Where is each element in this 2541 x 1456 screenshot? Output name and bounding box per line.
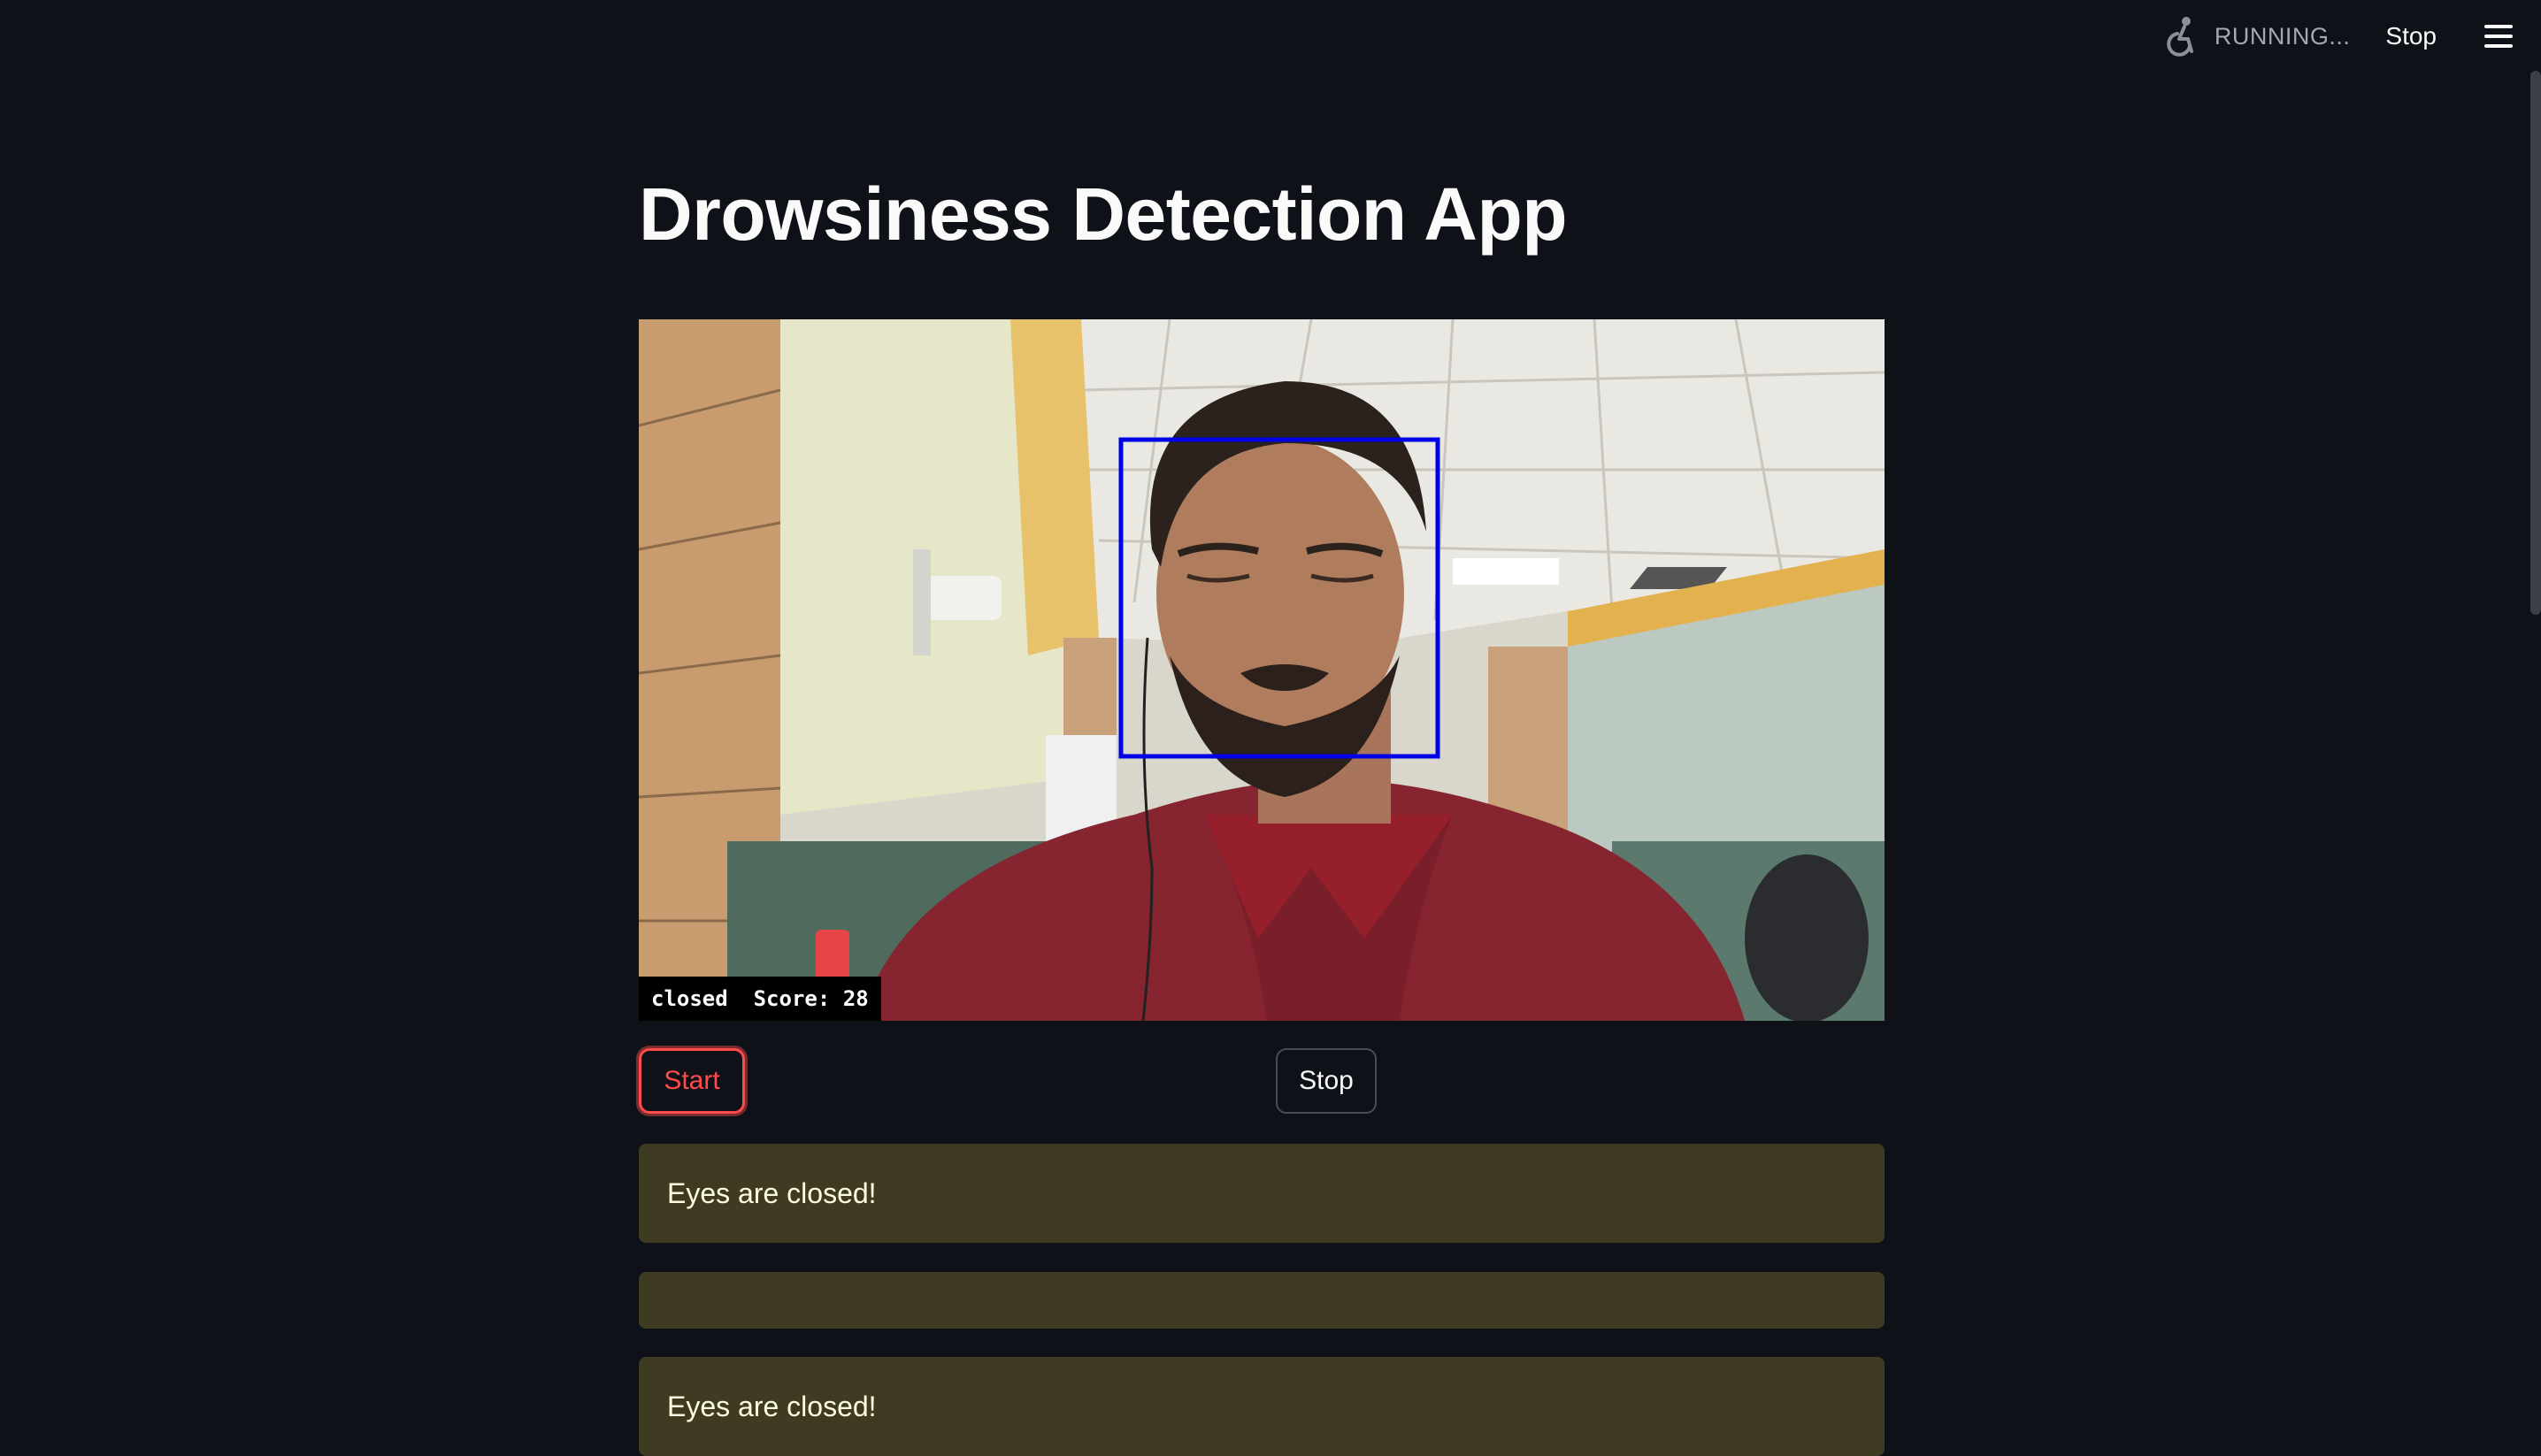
webcam-video-feed: closed Score: 28 — [639, 319, 1885, 1021]
page-title: Drowsiness Detection App — [639, 172, 1568, 256]
running-person-icon — [2167, 17, 2193, 57]
running-status-text: RUNNING... — [2214, 22, 2351, 50]
app-header: RUNNING... Stop — [0, 0, 2541, 71]
control-buttons: Start Stop — [639, 1048, 1885, 1117]
scrollbar-thumb[interactable] — [2530, 71, 2541, 615]
hamburger-menu-icon[interactable] — [2484, 25, 2513, 48]
stop-button[interactable]: Stop — [1276, 1048, 1377, 1114]
eye-status-score-overlay: closed Score: 28 — [639, 977, 881, 1021]
warning-alert: Eyes are closed! — [639, 1144, 1885, 1243]
main-content: Drowsiness Detection App closed Score: 2… — [639, 172, 1885, 1456]
status-area: RUNNING... Stop — [2163, 16, 2541, 57]
warning-alert — [639, 1272, 1885, 1329]
warning-alert: Eyes are closed! — [639, 1357, 1885, 1456]
header-stop-button[interactable]: Stop — [2385, 22, 2437, 50]
start-button[interactable]: Start — [639, 1048, 745, 1114]
webcam-image — [639, 319, 1885, 1021]
